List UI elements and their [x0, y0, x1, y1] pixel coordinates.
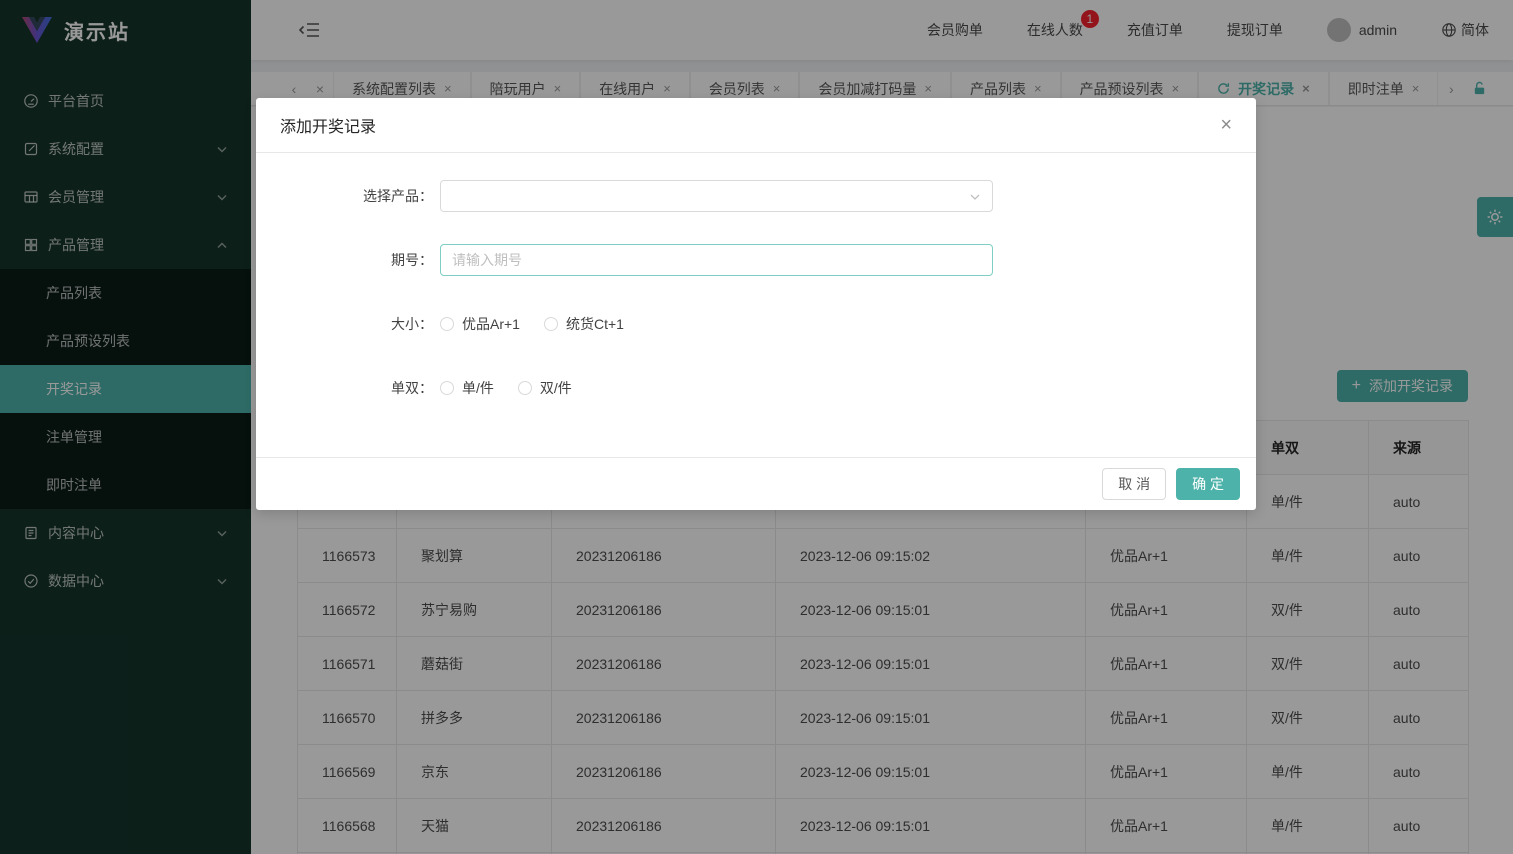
app-window: 演示站 平台首页 系统配置 会员管理 产品管理 产品列表 产品预设列表 开奖记录… — [0, 0, 1513, 854]
radio-parity-odd[interactable] — [440, 381, 454, 395]
radio-size-standard[interactable] — [543, 317, 558, 331]
modal-footer: 取 消 确 定 — [256, 457, 1256, 510]
size-radio-row: 大小： 优品Ar+1 统货Ct+1 — [256, 308, 1256, 340]
modal-header: 添加开奖记录 × — [256, 98, 1256, 153]
modal-title: 添加开奖记录 — [280, 119, 377, 136]
radio-option-label[interactable]: 优品Ar+1 — [462, 314, 520, 334]
product-select[interactable] — [440, 180, 993, 212]
radio-option-label[interactable]: 统货Ct+1 — [566, 314, 624, 334]
add-record-modal: 添加开奖记录 × 选择产品： 期号： 大小： 优品Ar+1 统货Ct+1 — [256, 98, 1256, 510]
chevron-down-icon — [970, 194, 980, 200]
size-radio-group: 优品Ar+1 统货Ct+1 — [440, 314, 648, 334]
period-input[interactable] — [440, 244, 993, 276]
parity-radio-label: 单双： — [391, 380, 433, 396]
radio-parity-even[interactable] — [517, 381, 532, 395]
period-input-row: 期号： — [256, 244, 1256, 276]
parity-radio-group: 单/件 双/件 — [440, 378, 596, 398]
cancel-button[interactable]: 取 消 — [1102, 468, 1167, 500]
radio-option-label[interactable]: 双/件 — [540, 378, 572, 398]
confirm-button[interactable]: 确 定 — [1176, 468, 1240, 500]
product-select-label: 选择产品： — [363, 188, 433, 204]
radio-option-label[interactable]: 单/件 — [462, 378, 494, 398]
modal-close-icon[interactable]: × — [1220, 115, 1232, 135]
parity-radio-row: 单双： 单/件 双/件 — [256, 372, 1256, 404]
radio-size-premium[interactable] — [440, 317, 454, 331]
product-select-row: 选择产品： — [256, 180, 1256, 212]
size-radio-label: 大小： — [391, 316, 433, 332]
period-input-label: 期号： — [391, 252, 433, 268]
